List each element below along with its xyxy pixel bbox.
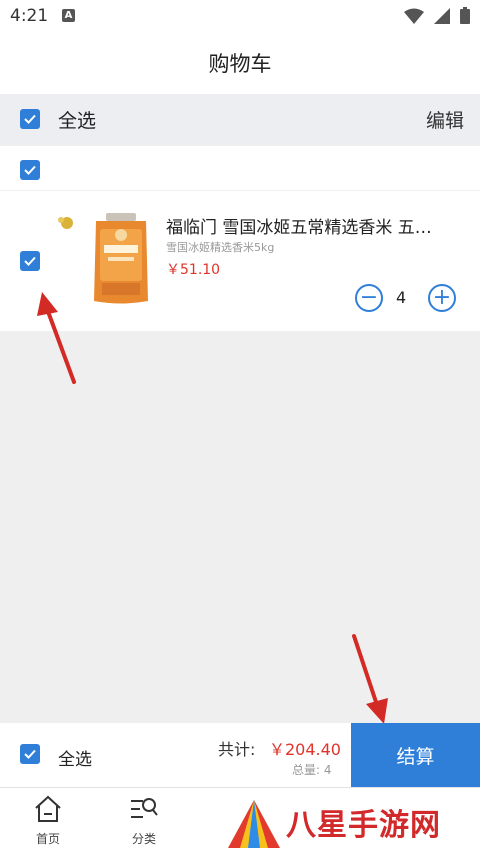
- quantity-value: 4: [396, 288, 407, 307]
- tab-home-label: 首页: [35, 832, 60, 846]
- product-spec: 雪国冰姬精选香米5kg: [166, 241, 275, 254]
- tab-category[interactable]: 分类: [114, 794, 174, 847]
- select-all-label: 全选: [58, 110, 97, 132]
- status-time: 4:21: [10, 6, 49, 26]
- brand-badge-icon: [58, 217, 73, 229]
- watermark-logo-icon: [228, 800, 280, 848]
- bottom-select-all-checkbox[interactable]: [20, 744, 40, 764]
- page-title: 购物车: [208, 52, 272, 76]
- checkout-button[interactable]: 结算: [351, 723, 480, 787]
- battery-icon: [460, 7, 470, 24]
- signal-icon: [434, 7, 450, 24]
- total-quantity: 总量: 4: [292, 763, 332, 777]
- watermark-text: 八星手游网: [286, 808, 441, 843]
- bottom-select-all-label: 全选: [58, 750, 92, 770]
- increase-quantity-button[interactable]: +: [428, 284, 456, 312]
- check-icon: [24, 165, 36, 175]
- watermark: 八星手游网: [222, 796, 478, 852]
- total-value: ￥204.40: [269, 740, 341, 759]
- check-icon: [24, 749, 36, 759]
- item-checkbox[interactable]: [20, 251, 40, 271]
- checkout-bar: 全选 共计: ￥204.40 总量: 4 结算: [0, 723, 480, 787]
- wifi-icon: [404, 8, 424, 24]
- annotation-arrow-down: [352, 634, 388, 724]
- tab-category-label: 分类: [131, 832, 156, 846]
- title-bar: 购物车: [0, 34, 480, 94]
- product-name[interactable]: 福临门 雪国冰姬五常精选香米 五…: [166, 213, 462, 238]
- select-all-row: 全选 编辑: [0, 94, 480, 144]
- product-image[interactable]: [92, 213, 150, 305]
- status-icons: [404, 7, 470, 24]
- edit-button[interactable]: 编辑: [426, 106, 464, 133]
- annotation-arrow-up: [37, 292, 76, 384]
- check-icon: [24, 256, 36, 266]
- total-label: 共计:: [218, 740, 256, 759]
- select-all-checkbox[interactable]: [20, 109, 40, 129]
- product-price: ￥51.10: [166, 262, 221, 278]
- shop-row: [0, 146, 480, 190]
- status-bar: 4:21 A: [0, 0, 480, 34]
- tab-home[interactable]: 首页: [18, 794, 78, 847]
- home-icon: [35, 795, 61, 822]
- check-icon: [24, 114, 36, 124]
- notification-icon: A: [62, 9, 75, 22]
- category-icon: [131, 798, 158, 818]
- decrease-quantity-button[interactable]: −: [355, 284, 383, 312]
- shop-checkbox[interactable]: [20, 160, 40, 180]
